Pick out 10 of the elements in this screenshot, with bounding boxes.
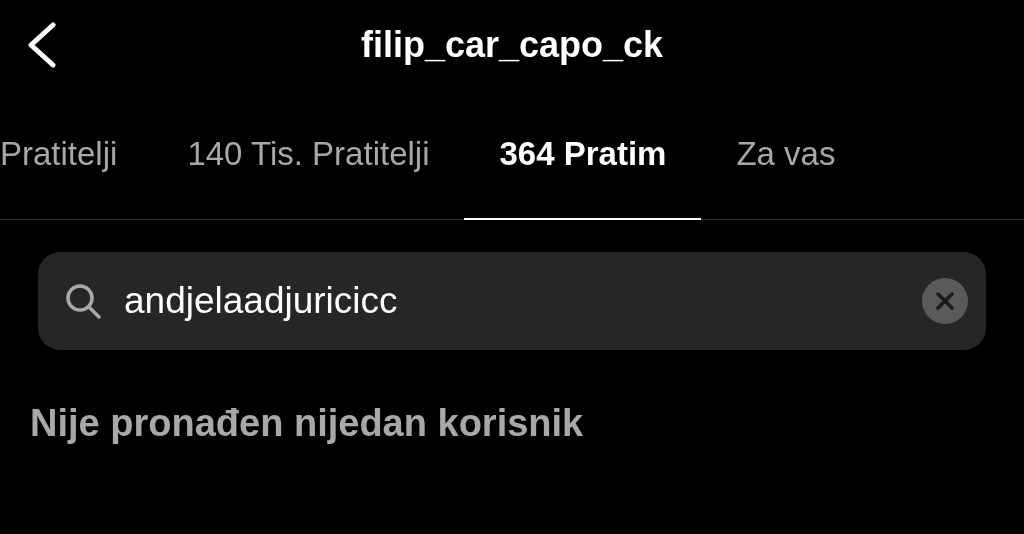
clear-icon[interactable]	[922, 278, 968, 324]
empty-result-message: Nije pronađen nijedan korisnik	[30, 402, 584, 445]
search-icon	[64, 282, 102, 320]
tab[interactable]: 364 Pratim	[464, 90, 702, 220]
tab[interactable]: Za vas	[701, 90, 871, 220]
tab[interactable]: Pratitelji	[0, 90, 153, 220]
profile-title: filip_car_capo_ck	[360, 24, 664, 66]
search-field[interactable]: andjelaadjuricicc	[38, 252, 986, 350]
tab[interactable]: 140 Tis. Pratitelji	[152, 90, 465, 220]
search-query: andjelaadjuricicc	[124, 280, 398, 322]
